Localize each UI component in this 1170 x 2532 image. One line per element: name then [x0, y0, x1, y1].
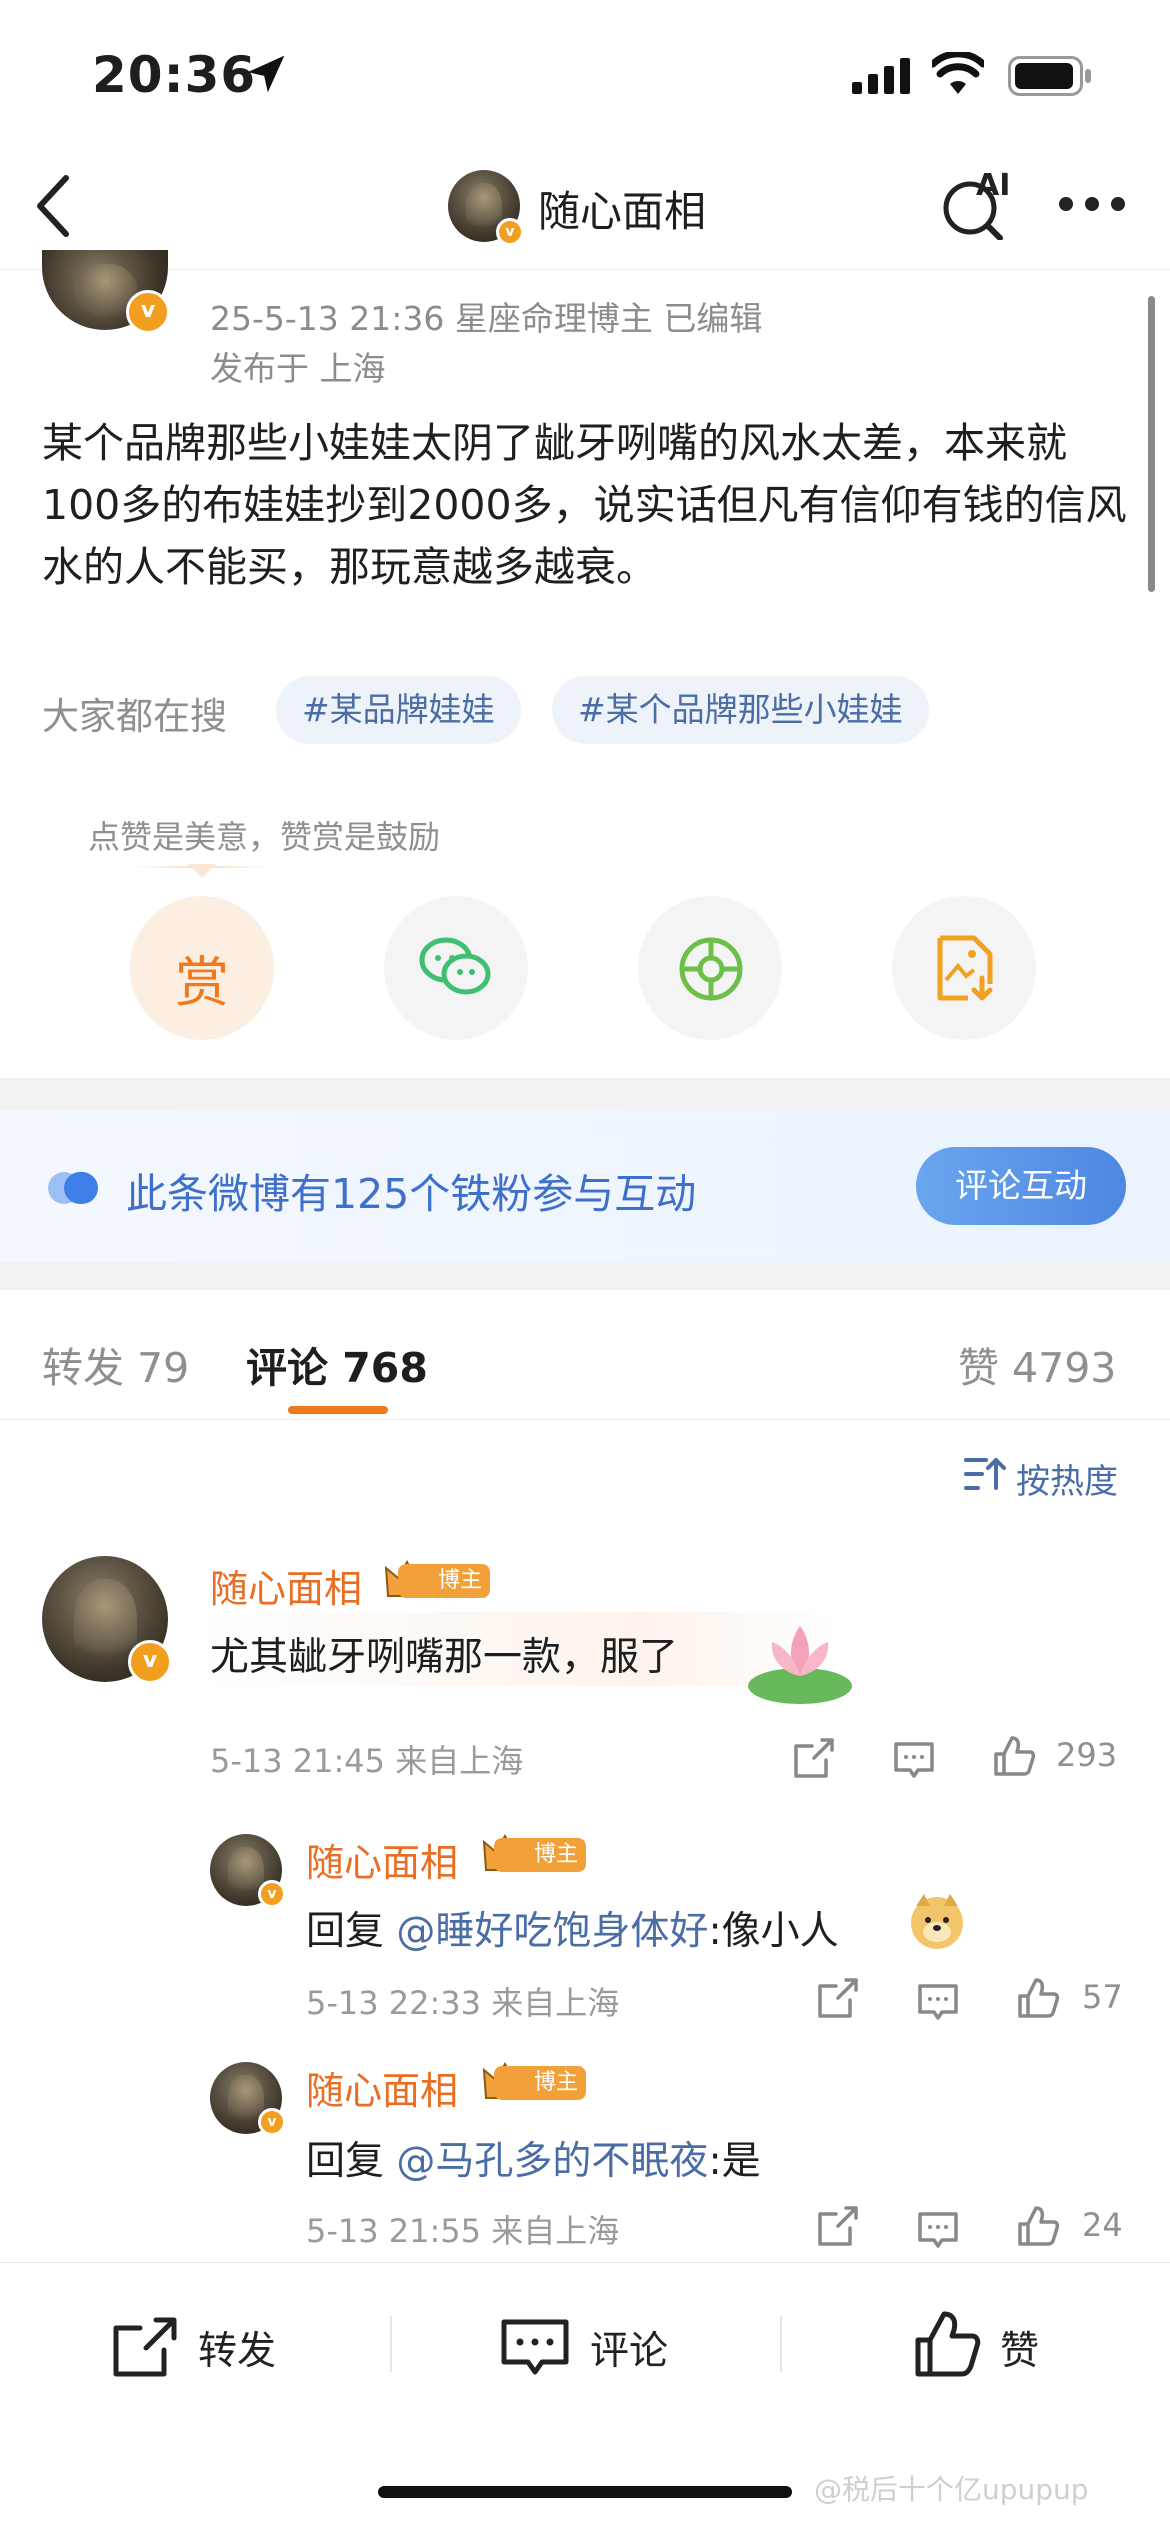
tab-comments[interactable]: 评论 768 — [246, 1334, 428, 1394]
repost-icon[interactable] — [110, 2316, 180, 2378]
like-icon[interactable] — [1016, 1976, 1060, 2020]
reply-author-name[interactable]: 随心面相 — [306, 2060, 458, 2115]
reward-label: 赏 — [175, 951, 229, 1014]
header-title: 随心面相 — [538, 187, 707, 236]
verified-badge-icon: v — [128, 1640, 172, 1684]
search-tag[interactable]: #某品牌娃娃 — [276, 676, 521, 744]
comment-author-name[interactable]: 随心面相 — [210, 1558, 362, 1613]
tab-likes[interactable]: 赞 4793 — [958, 1334, 1116, 1394]
verified-badge-icon: v — [258, 2108, 286, 2136]
wechat-icon — [419, 937, 491, 995]
reply-author-name[interactable]: 随心面相 — [306, 1832, 458, 1887]
reply-text: 回复 @马孔多的不眠夜:是 — [306, 2139, 761, 2184]
blogger-badge: 博主 — [494, 2066, 587, 2100]
repost-count: 79 — [137, 1344, 190, 1392]
location-arrow-icon — [247, 55, 285, 93]
verified-badge-icon: v — [496, 218, 524, 246]
comment-icon[interactable] — [892, 1738, 936, 1782]
post-text: 某个品牌那些小娃娃太阴了龇牙咧嘴的风水太差，本来就100多的布娃娃抄到2000多… — [42, 419, 1127, 591]
post-meta: 25-5-13 21:36 星座命理博主 已编辑 — [210, 299, 763, 338]
like-button[interactable]: 赞 — [1000, 2320, 1039, 2376]
save-image-icon — [937, 935, 993, 1001]
section-divider — [0, 1262, 1170, 1290]
like-icon[interactable] — [992, 1734, 1036, 1778]
repost-icon[interactable] — [816, 1976, 860, 2020]
mention-link[interactable]: @马孔多的不眠夜 — [396, 2139, 708, 2184]
blogger-badge: 博主 — [398, 1564, 491, 1598]
reply-like-count: 57 — [1082, 1978, 1123, 2016]
home-indicator[interactable] — [378, 2486, 792, 2498]
back-icon[interactable] — [32, 174, 76, 238]
sort-button[interactable]: 按热度 — [1016, 1454, 1118, 1503]
fans-icon — [48, 1172, 98, 1204]
active-tab-indicator — [288, 1406, 388, 1414]
tip-pointer — [188, 864, 216, 878]
comment-button[interactable]: 评论 — [590, 2320, 668, 2376]
like-icon[interactable] — [1016, 2204, 1060, 2248]
watermark: @税后十个亿upupup — [814, 2473, 1089, 2506]
comment-time: 5-13 21:45 来自上海 — [210, 1742, 524, 1780]
comment-icon[interactable] — [916, 2208, 960, 2252]
like-count: 4793 — [1012, 1344, 1117, 1392]
scrollbar[interactable] — [1148, 296, 1155, 592]
search-label: 大家都在搜 — [42, 695, 227, 738]
comment-icon[interactable] — [500, 2316, 570, 2380]
battery-icon — [1008, 56, 1091, 96]
verified-badge-icon: v — [126, 290, 170, 334]
comment-text: 尤其龇牙咧嘴那一款，服了 — [210, 1635, 679, 1680]
repost-button[interactable]: 转发 — [198, 2320, 276, 2376]
signal-icon — [852, 58, 910, 94]
repost-icon[interactable] — [792, 1736, 836, 1780]
lotus-sticker-icon — [748, 1626, 852, 1704]
mention-link[interactable]: @睡好吃饱身体好 — [396, 1909, 708, 1954]
comment-like-count: 293 — [1056, 1736, 1118, 1774]
post-location: 发布于 上海 — [210, 349, 386, 388]
verified-badge-icon: v — [258, 1880, 286, 1908]
doge-emoji-icon — [911, 1894, 963, 1949]
ai-label: AI — [976, 168, 1011, 203]
comment-icon[interactable] — [916, 1980, 960, 2024]
search-tag[interactable]: #某个品牌那些小娃娃 — [552, 676, 929, 744]
reply-time: 5-13 22:33 来自上海 — [306, 1984, 620, 2022]
tab-repost[interactable]: 转发 79 — [42, 1334, 189, 1394]
repost-icon[interactable] — [816, 2204, 860, 2248]
like-icon[interactable] — [912, 2308, 982, 2380]
reply-like-count: 24 — [1082, 2206, 1123, 2244]
comment-count: 768 — [342, 1344, 428, 1392]
bar-divider — [780, 2316, 782, 2372]
comment-interact-button[interactable]: 评论互动 — [916, 1147, 1126, 1225]
more-icon[interactable] — [1058, 196, 1126, 212]
reward-tip: 点赞是美意，赞赏是鼓励 — [88, 818, 441, 856]
reply-time: 5-13 21:55 来自上海 — [306, 2212, 620, 2250]
wifi-icon — [932, 52, 984, 94]
status-time: 20:36 — [92, 46, 257, 104]
banner-text: 此条微博有125个铁粉参与互动 — [126, 1170, 697, 1218]
bar-divider — [390, 2316, 392, 2372]
section-divider — [0, 1078, 1170, 1110]
blogger-badge: 博主 — [494, 1838, 587, 1872]
moments-icon — [679, 937, 743, 1001]
reply-text: 回复 @睡好吃饱身体好:像小人 — [306, 1909, 839, 1954]
sort-icon — [964, 1458, 1006, 1490]
